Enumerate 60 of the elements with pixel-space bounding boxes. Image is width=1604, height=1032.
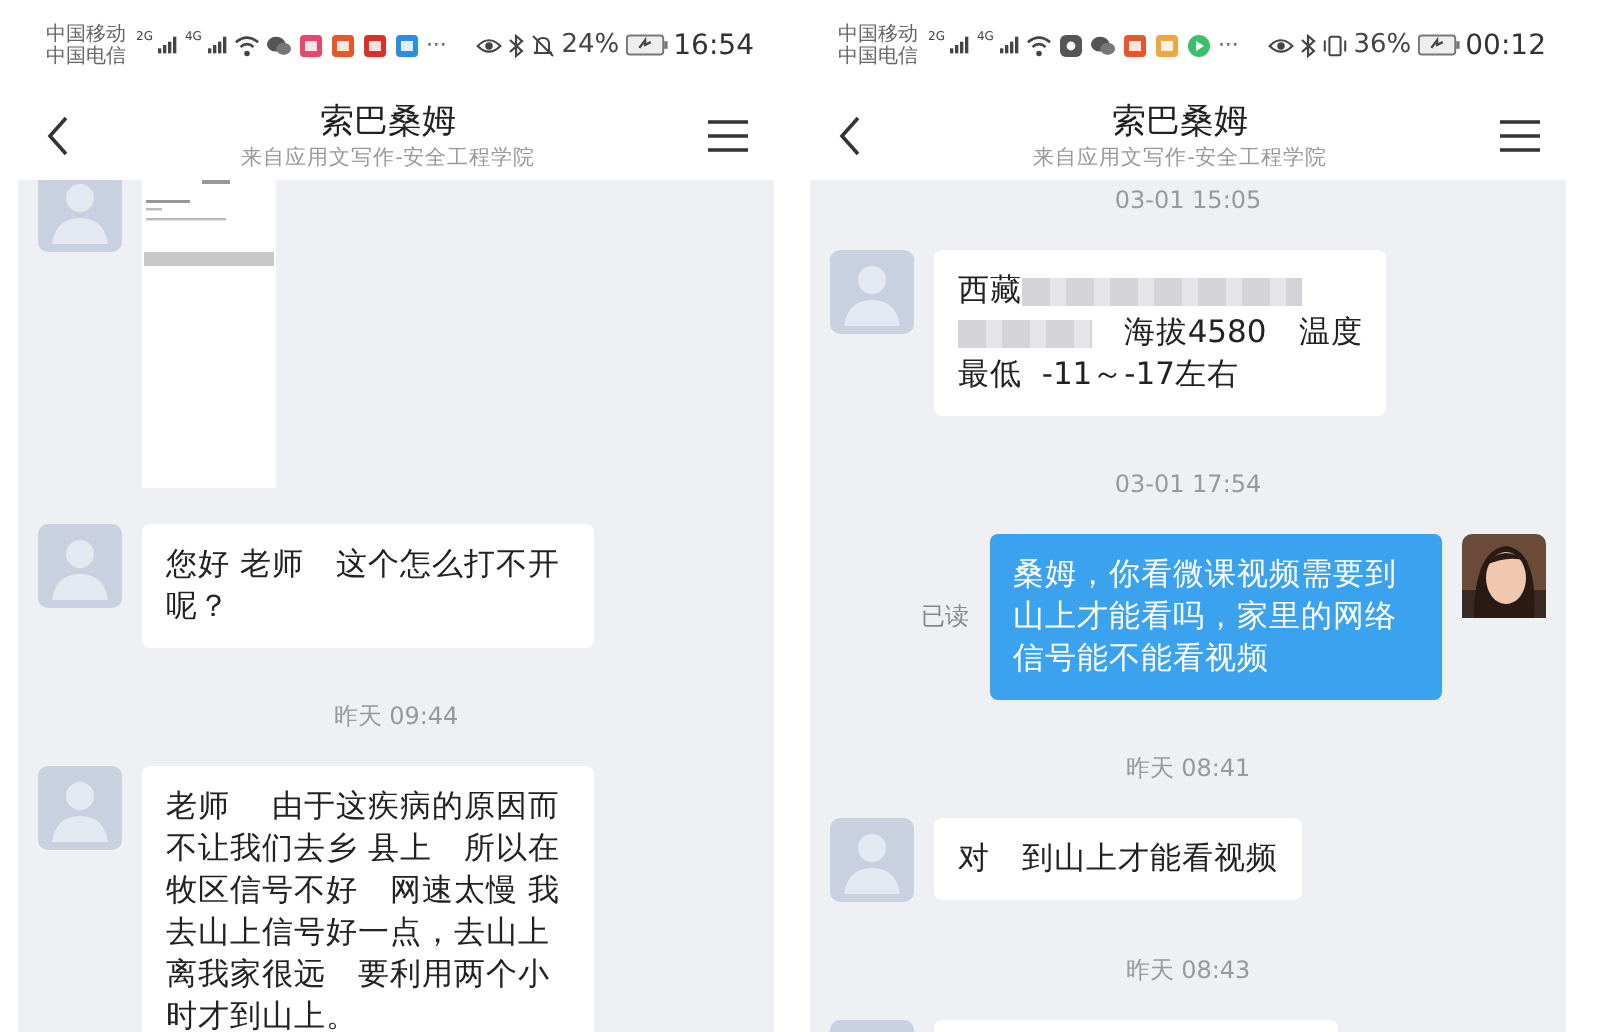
carrier-name: 中国移动 [838,23,918,45]
redacted-text [958,319,1092,347]
more-notifications: ··· [425,32,447,58]
avatar-icon [38,766,122,850]
app-icon [361,33,388,57]
signal-icon [950,36,971,54]
back-icon[interactable] [838,115,862,155]
carrier-name: 中国电信 [46,45,126,67]
avatar-icon [38,524,122,608]
app-icon [1121,33,1148,57]
carrier-name: 中国移动 [46,23,126,45]
bluetooth-icon [1299,33,1316,57]
chat-subtitle: 来自应用文写作-安全工程学院 [241,143,535,171]
menu-icon[interactable] [1498,117,1542,153]
chat-title: 索巴桑姆 [320,99,456,143]
more-notifications: ··· [1217,32,1239,58]
bell-off-icon [529,33,556,57]
chat-bubbles-icon [265,33,292,57]
timestamp: 昨天 08:41 [1125,752,1251,786]
play-icon [1185,33,1212,57]
message-bubble: 老师 由于这疾病的原因而不让我们去乡 县上 所以在牧区信号不好 网速太慢 我去山上信号好一点，去山上离我家很远 要利用两个小时才到山上。 [142,766,595,1032]
signal-icon [207,36,228,54]
app-icon [297,33,324,57]
back-icon[interactable] [46,115,70,155]
avatar-icon [830,818,914,902]
carrier-name: 中国电信 [838,45,918,67]
message-bubble: 您好 老师 这个怎么打不开呢？ [142,524,595,648]
timestamp: 03-01 17:54 [1114,468,1262,502]
timestamp: 03-01 15:05 [1114,184,1262,218]
message-text: 海拔4580 温度 [1121,312,1363,354]
eye-icon [475,33,502,57]
read-receipt: 已读 [921,600,970,634]
signal-icon [999,36,1020,54]
chat-title: 索巴桑姆 [1112,99,1248,143]
message-bubble: 对 到山上才能看视频 [934,818,1302,900]
battery-icon [625,34,668,56]
timestamp: 昨天 09:44 [333,700,459,734]
clock-time: 00:12 [1465,29,1546,61]
message-text: 最低 -11～-17左右 [958,354,1239,396]
avatar-icon [830,250,914,334]
message-text: 西藏 [958,270,1022,312]
app-icon [393,33,420,57]
gear-icon [1057,33,1084,57]
bluetooth-icon [507,33,524,57]
app-icon [329,33,356,57]
chat-subtitle: 来自应用文写作-安全工程学院 [1033,143,1327,171]
battery-percent: 24% [561,30,620,60]
battery-icon [1417,34,1460,56]
message-bubble: 桑姆，你看微课视频需要到山上才能看吗，家里的网络信号能不能看视频 [989,534,1442,700]
eye-icon [1267,33,1294,57]
wifi-icon [233,33,260,57]
chat-bubbles-icon [1089,33,1116,57]
clock-time: 16:54 [673,29,754,61]
signal-icon [158,36,179,54]
timestamp: 昨天 08:43 [1125,954,1251,988]
wifi-icon [1025,33,1052,57]
menu-icon[interactable] [706,117,750,153]
app-icon [1153,33,1180,57]
vibrate-icon [1321,33,1348,57]
battery-percent: 36% [1353,30,1412,60]
